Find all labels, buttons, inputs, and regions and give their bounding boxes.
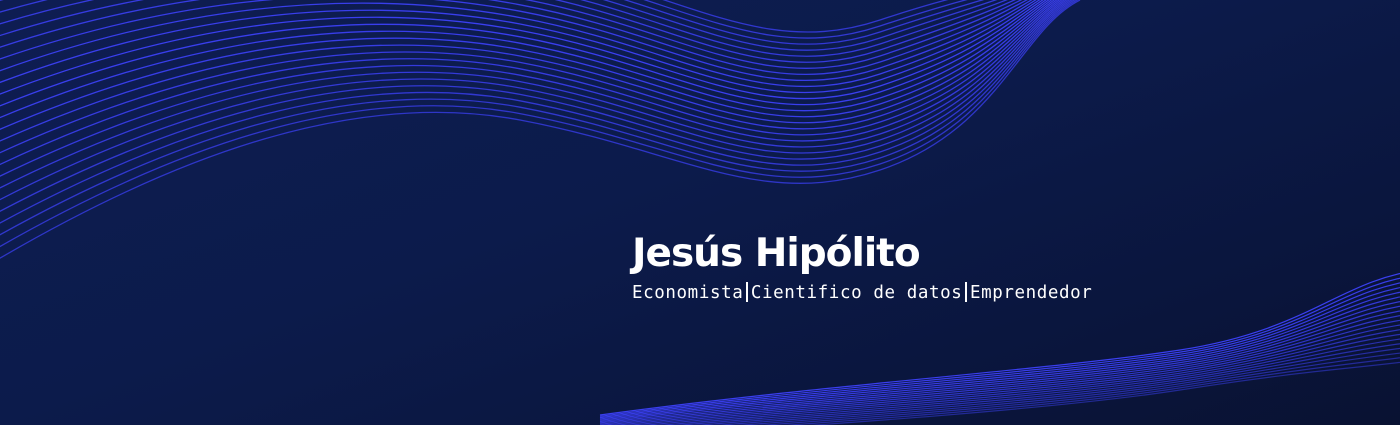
role-separator: [965, 282, 967, 302]
profile-banner: Jesús Hipólito Economista Cientifico de d…: [0, 0, 1400, 425]
profile-name: Jesús Hipólito: [632, 231, 921, 276]
role-economist: Economista: [632, 283, 744, 303]
profile-text: Jesús Hipólito Economista Cientifico de d…: [632, 228, 1092, 303]
role-data-scientist: Cientifico de datos: [750, 283, 963, 303]
role-entrepreneur: Emprendedor: [969, 283, 1093, 303]
role-separator: [746, 282, 748, 302]
wave-line: [0, 0, 1056, 142]
wave-line: [0, 0, 1047, 107]
wave-line: [662, 0, 949, 33]
wave-lines-decoration: [0, 0, 1400, 425]
profile-roles: Economista Cientifico de datos Emprendedor: [632, 282, 1092, 303]
